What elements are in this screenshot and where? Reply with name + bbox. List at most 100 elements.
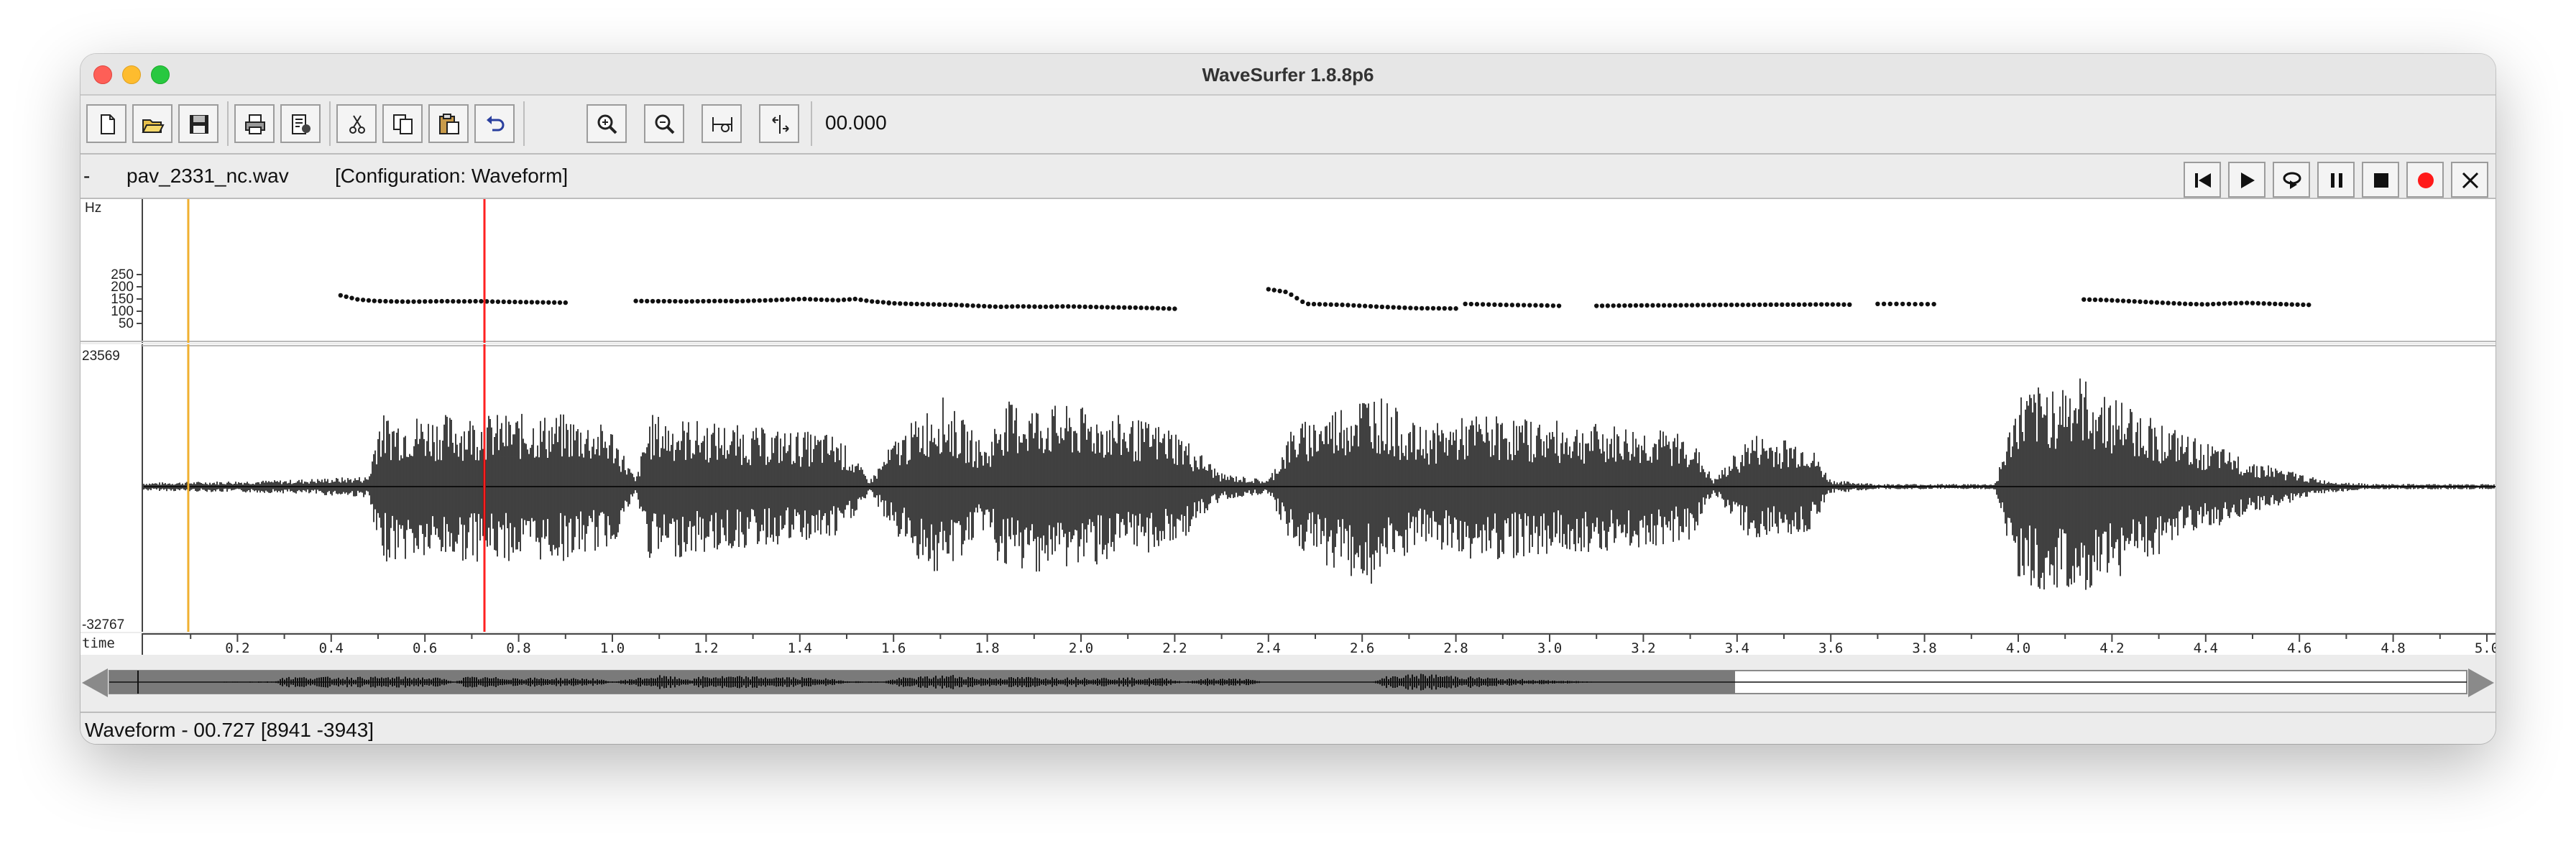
pitch-point bbox=[695, 298, 700, 304]
pitch-pane[interactable]: Hz 250 200 150 100 50 bbox=[80, 199, 2496, 343]
record-button[interactable] bbox=[2406, 162, 2444, 198]
pitch-point bbox=[836, 298, 841, 303]
undo-button[interactable] bbox=[474, 104, 515, 143]
pitch-point bbox=[1931, 301, 1936, 307]
pitch-point bbox=[673, 298, 678, 304]
pitch-point bbox=[2233, 300, 2238, 306]
pitch-point bbox=[1317, 302, 1322, 307]
pitch-point bbox=[507, 299, 512, 305]
pitch-point bbox=[1661, 303, 1667, 308]
pitch-point bbox=[645, 298, 650, 304]
zoom-fit-button[interactable] bbox=[702, 104, 742, 143]
pitch-point bbox=[1368, 303, 1374, 309]
pitch-point bbox=[2278, 301, 2283, 307]
zoom-selection-button[interactable] bbox=[759, 104, 799, 143]
scroll-left-arrow[interactable] bbox=[82, 668, 108, 697]
pitch-point bbox=[2166, 300, 2171, 305]
pitch-point bbox=[650, 298, 656, 304]
pause-button[interactable] bbox=[2317, 162, 2355, 198]
pitch-point bbox=[1633, 303, 1639, 308]
pitch-point bbox=[1790, 302, 1796, 308]
pitch-point bbox=[1283, 289, 1288, 295]
pitch-point bbox=[479, 298, 484, 304]
pitch-point bbox=[1509, 303, 1515, 308]
pitch-point bbox=[467, 299, 472, 304]
pitch-point bbox=[1486, 302, 1491, 307]
pitch-point bbox=[2295, 302, 2300, 307]
pitch-point bbox=[1021, 304, 1026, 309]
pitch-point bbox=[998, 304, 1003, 310]
close-sound-button[interactable] bbox=[2451, 162, 2488, 198]
time-tick-label: 3.6 bbox=[1818, 640, 1843, 655]
window-title: WaveSurfer 1.8.8p6 bbox=[1202, 64, 1374, 86]
copy-button[interactable] bbox=[382, 104, 423, 143]
zoom-in-button[interactable] bbox=[586, 104, 627, 143]
time-axis: time 0.2 0.4 0.6 0.8 1.0 1.2 1.4 1.6 1.8 2.0 2.2 2.… bbox=[80, 633, 2496, 655]
pitch-point bbox=[405, 299, 410, 304]
scroll-right-arrow[interactable] bbox=[2468, 668, 2494, 697]
time-tick-label: 2.2 bbox=[1162, 640, 1187, 655]
pitch-point bbox=[870, 299, 875, 304]
time-tick-label: 2.4 bbox=[1256, 640, 1281, 655]
pitch-point bbox=[1712, 303, 1717, 308]
pitch-point bbox=[1752, 302, 1757, 308]
pitch-point bbox=[1762, 302, 1768, 308]
pitch-point bbox=[1116, 305, 1121, 310]
skip-to-start-button[interactable] bbox=[2184, 162, 2221, 198]
pitch-point bbox=[423, 299, 428, 304]
pitch-point bbox=[461, 299, 467, 304]
pause-icon bbox=[2331, 173, 2342, 188]
pitch-point bbox=[439, 298, 444, 304]
pitch-point bbox=[1556, 303, 1562, 308]
print-button[interactable] bbox=[234, 104, 275, 143]
pitch-point bbox=[417, 299, 422, 304]
pitch-point bbox=[2115, 298, 2120, 303]
pitch-point bbox=[2216, 301, 2222, 306]
pitch-point bbox=[535, 300, 540, 305]
pitch-point bbox=[1824, 302, 1830, 307]
pitch-point bbox=[1414, 305, 1419, 310]
pitch-point bbox=[1894, 301, 1899, 306]
pitch-point bbox=[1808, 302, 1813, 307]
pitch-point bbox=[723, 298, 728, 304]
pitch-point bbox=[1780, 302, 1785, 308]
new-file-button[interactable] bbox=[86, 104, 126, 143]
stop-button[interactable] bbox=[2362, 162, 2399, 198]
time-tick-label: 1.6 bbox=[881, 640, 906, 655]
save-file-button[interactable] bbox=[178, 104, 218, 143]
pitch-point bbox=[1277, 288, 1282, 294]
pitch-point bbox=[1684, 303, 1689, 308]
pitch-point bbox=[1768, 302, 1773, 308]
pitch-point bbox=[875, 299, 880, 305]
pitch-point bbox=[689, 299, 695, 304]
pitch-point bbox=[1678, 303, 1683, 308]
waveform-plot: 23569 -32767 bbox=[82, 344, 2496, 632]
play-loop-button[interactable] bbox=[2273, 162, 2310, 198]
pitch-point bbox=[1060, 304, 1065, 309]
cut-button[interactable] bbox=[336, 104, 377, 143]
pitch-point bbox=[1453, 306, 1458, 311]
zoom-out-button[interactable] bbox=[644, 104, 684, 143]
pitch-point bbox=[2255, 300, 2261, 306]
pitch-point bbox=[892, 300, 897, 306]
open-file-button[interactable] bbox=[132, 104, 172, 143]
pitch-point bbox=[1442, 305, 1447, 311]
pitch-point bbox=[768, 298, 773, 303]
pitch-point bbox=[1463, 301, 1468, 306]
pitch-tick-label: 50 bbox=[119, 316, 134, 331]
overview-scrollbar[interactable] bbox=[80, 656, 2496, 709]
pitch-point bbox=[1550, 303, 1556, 308]
pitch-point bbox=[389, 299, 394, 304]
waveform-pane[interactable]: 23569 -32767 bbox=[80, 344, 2496, 632]
properties-button[interactable] bbox=[280, 104, 321, 143]
pitch-point bbox=[2182, 301, 2188, 306]
pitch-point bbox=[684, 299, 689, 304]
pitch-point bbox=[1071, 304, 1077, 309]
pitch-unit-label: Hz bbox=[85, 201, 101, 216]
pitch-point bbox=[2267, 301, 2272, 306]
play-button[interactable] bbox=[2228, 162, 2266, 198]
pitch-point bbox=[791, 297, 796, 302]
pitch-point bbox=[1430, 305, 1436, 311]
pitch-point bbox=[1718, 302, 1723, 308]
paste-button[interactable] bbox=[428, 104, 469, 143]
